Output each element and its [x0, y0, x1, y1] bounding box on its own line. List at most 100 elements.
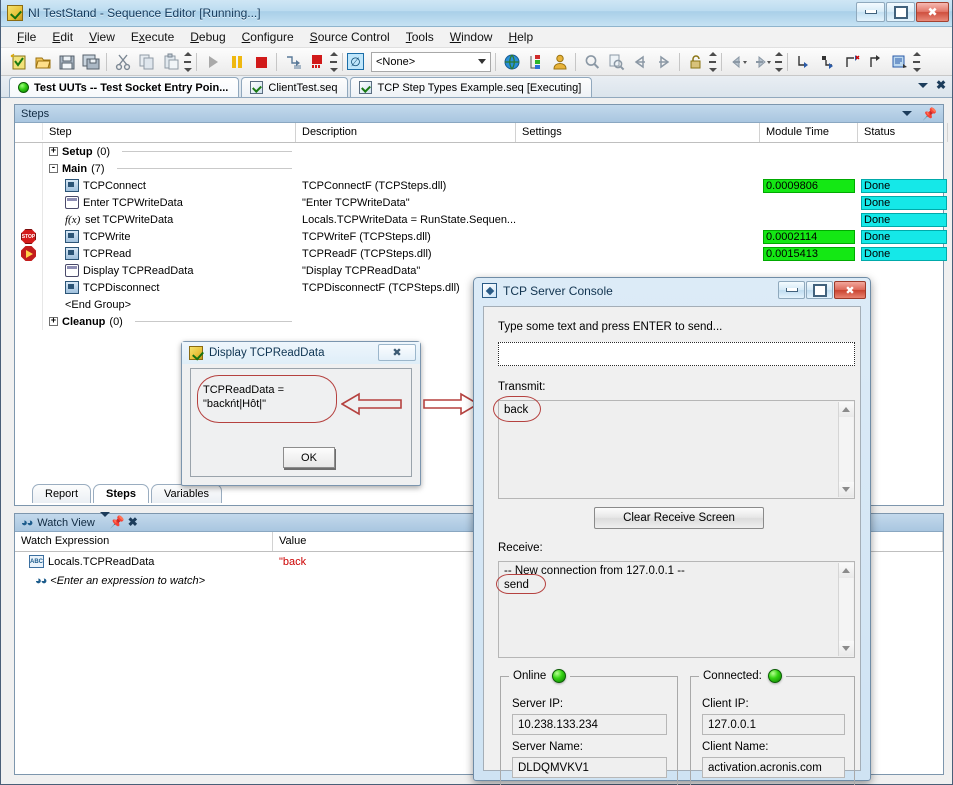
- menu-help[interactable]: Help: [500, 28, 541, 46]
- step-row-display-tcpreaddata[interactable]: Display TCPReadData: [43, 264, 296, 277]
- chevron-down-icon[interactable]: [917, 82, 928, 88]
- menu-edit[interactable]: Edit: [44, 28, 81, 46]
- column-header-description[interactable]: Description: [296, 123, 516, 142]
- environment-icon[interactable]: [500, 50, 523, 73]
- column-header-status[interactable]: Status: [858, 123, 948, 142]
- menu-tools[interactable]: Tools: [398, 28, 442, 46]
- clear-receive-screen-button[interactable]: Clear Receive Screen: [594, 507, 764, 529]
- paste-icon[interactable]: [159, 50, 182, 73]
- menu-debug[interactable]: Debug: [182, 28, 233, 46]
- close-button[interactable]: ✖: [378, 344, 416, 361]
- back-nav-icon[interactable]: [628, 50, 651, 73]
- row-gutter[interactable]: STOP: [15, 228, 43, 245]
- minimize-button[interactable]: [856, 2, 885, 22]
- find-icon[interactable]: [580, 50, 603, 73]
- find-next-icon[interactable]: [604, 50, 627, 73]
- resume-icon[interactable]: [864, 50, 887, 73]
- menu-view[interactable]: View: [81, 28, 123, 46]
- transmit-textarea[interactable]: back: [498, 400, 855, 499]
- expander-icon[interactable]: +: [49, 147, 58, 156]
- nav-forward-icon[interactable]: [750, 50, 773, 73]
- pause-icon[interactable]: [225, 50, 248, 73]
- step-group-main[interactable]: - Main (7): [43, 163, 296, 175]
- toolbar-overflow-grip-5[interactable]: [912, 51, 921, 73]
- tab-variables[interactable]: Variables: [151, 484, 223, 503]
- insertion-palette-icon[interactable]: [524, 50, 547, 73]
- step-into-2-icon[interactable]: [792, 50, 815, 73]
- step-row-tcpread[interactable]: TCPRead: [43, 247, 296, 260]
- step-group-cleanup[interactable]: + Cleanup (0): [43, 316, 296, 328]
- client-ip-field[interactable]: 127.0.0.1: [702, 714, 845, 735]
- menu-configure[interactable]: Configure: [234, 28, 302, 46]
- document-tab-test-uuts[interactable]: Test UUTs -- Test Socket Entry Poin...: [9, 77, 240, 97]
- run-icon[interactable]: [201, 50, 224, 73]
- tab-report[interactable]: Report: [32, 484, 92, 503]
- step-row-set-tcpwritedata[interactable]: f(x) set TCPWriteData: [43, 214, 296, 226]
- menu-source-control[interactable]: Source Control: [302, 28, 398, 46]
- chevron-down-icon[interactable]: [99, 512, 110, 529]
- pin-icon[interactable]: 📌: [922, 108, 937, 120]
- table-row[interactable]: TCPConnect TCPConnectF (TCPSteps.dll) 0.…: [15, 177, 947, 194]
- scroll-up-icon[interactable]: [838, 563, 854, 578]
- transmit-scrollbar[interactable]: [838, 402, 854, 497]
- step-row-tcpdisconnect[interactable]: TCPDisconnect: [43, 281, 296, 294]
- step-row-tcpwrite[interactable]: TCPWrite: [43, 230, 296, 243]
- maximize-button[interactable]: [806, 281, 833, 299]
- receive-textarea[interactable]: -- New connection from 127.0.0.1 -- send: [498, 561, 855, 658]
- forward-nav-icon[interactable]: [652, 50, 675, 73]
- nav-back-icon[interactable]: [726, 50, 749, 73]
- save-all-icon[interactable]: [79, 50, 102, 73]
- document-tab-clienttest[interactable]: ClientTest.seq: [241, 77, 349, 97]
- column-header-watch-expression[interactable]: Watch Expression: [15, 532, 273, 551]
- scroll-up-icon[interactable]: [838, 402, 854, 417]
- table-row[interactable]: f(x) set TCPWriteData Locals.TCPWriteDat…: [15, 211, 947, 228]
- new-sequence-icon[interactable]: [7, 50, 30, 73]
- menu-file[interactable]: File: [9, 28, 44, 46]
- document-tab-tcp-step-types[interactable]: TCP Step Types Example.seq [Executing]: [350, 77, 593, 97]
- expander-icon[interactable]: -: [49, 164, 58, 173]
- table-row[interactable]: + Setup (0): [15, 143, 943, 160]
- stop-all-icon[interactable]: [305, 50, 328, 73]
- table-row[interactable]: - Main (7): [15, 160, 943, 177]
- step-group-setup[interactable]: + Setup (0): [43, 146, 296, 158]
- terminate-icon[interactable]: [249, 50, 272, 73]
- send-input[interactable]: [498, 342, 855, 366]
- toolbar-overflow-grip-3[interactable]: [708, 51, 717, 73]
- close-button[interactable]: ✖: [834, 281, 866, 299]
- breakpoint-icon[interactable]: STOP: [21, 229, 36, 244]
- break-icon[interactable]: [888, 50, 911, 73]
- row-gutter[interactable]: [15, 245, 43, 262]
- step-over-icon[interactable]: [816, 50, 839, 73]
- server-name-field[interactable]: DLDQMVKV1: [512, 757, 667, 778]
- step-row-tcpconnect[interactable]: TCPConnect: [43, 179, 296, 192]
- scroll-down-icon[interactable]: [838, 641, 854, 656]
- minimize-button[interactable]: [778, 281, 805, 299]
- step-out-icon[interactable]: [840, 50, 863, 73]
- close-icon[interactable]: ✖: [936, 79, 946, 91]
- receive-scrollbar[interactable]: [838, 563, 854, 656]
- watch-new-expression-cell[interactable]: ◕◕ <Enter an expression to watch>: [15, 575, 273, 587]
- user-icon[interactable]: [548, 50, 571, 73]
- ok-button[interactable]: OK: [283, 447, 335, 468]
- watch-expression-cell[interactable]: ABC Locals.TCPReadData: [15, 555, 273, 568]
- close-icon[interactable]: ✖: [128, 515, 138, 529]
- table-row[interactable]: STOP TCPWrite TCPWriteF (TCPSteps.dll) 0…: [15, 228, 947, 245]
- pin-icon[interactable]: 📌: [110, 515, 125, 529]
- close-button[interactable]: ✖: [916, 2, 949, 22]
- tab-steps[interactable]: Steps: [93, 484, 149, 503]
- toolbar-overflow-grip[interactable]: [183, 51, 192, 73]
- server-ip-field[interactable]: 10.238.133.234: [512, 714, 667, 735]
- menu-execute[interactable]: Execute: [123, 28, 182, 46]
- column-header-module-time[interactable]: Module Time: [760, 123, 858, 142]
- scroll-down-icon[interactable]: [838, 482, 854, 497]
- open-icon[interactable]: [31, 50, 54, 73]
- step-row-enter-tcpwritedata[interactable]: Enter TCPWriteData: [43, 196, 296, 209]
- execution-selector[interactable]: <None>: [371, 51, 491, 72]
- expander-icon[interactable]: +: [49, 317, 58, 326]
- cut-icon[interactable]: [111, 50, 134, 73]
- column-header-step[interactable]: Step: [43, 123, 296, 142]
- chevron-down-icon[interactable]: [902, 111, 913, 116]
- menu-window[interactable]: Window: [442, 28, 501, 46]
- save-icon[interactable]: [55, 50, 78, 73]
- toolbar-overflow-grip-4[interactable]: [774, 51, 783, 73]
